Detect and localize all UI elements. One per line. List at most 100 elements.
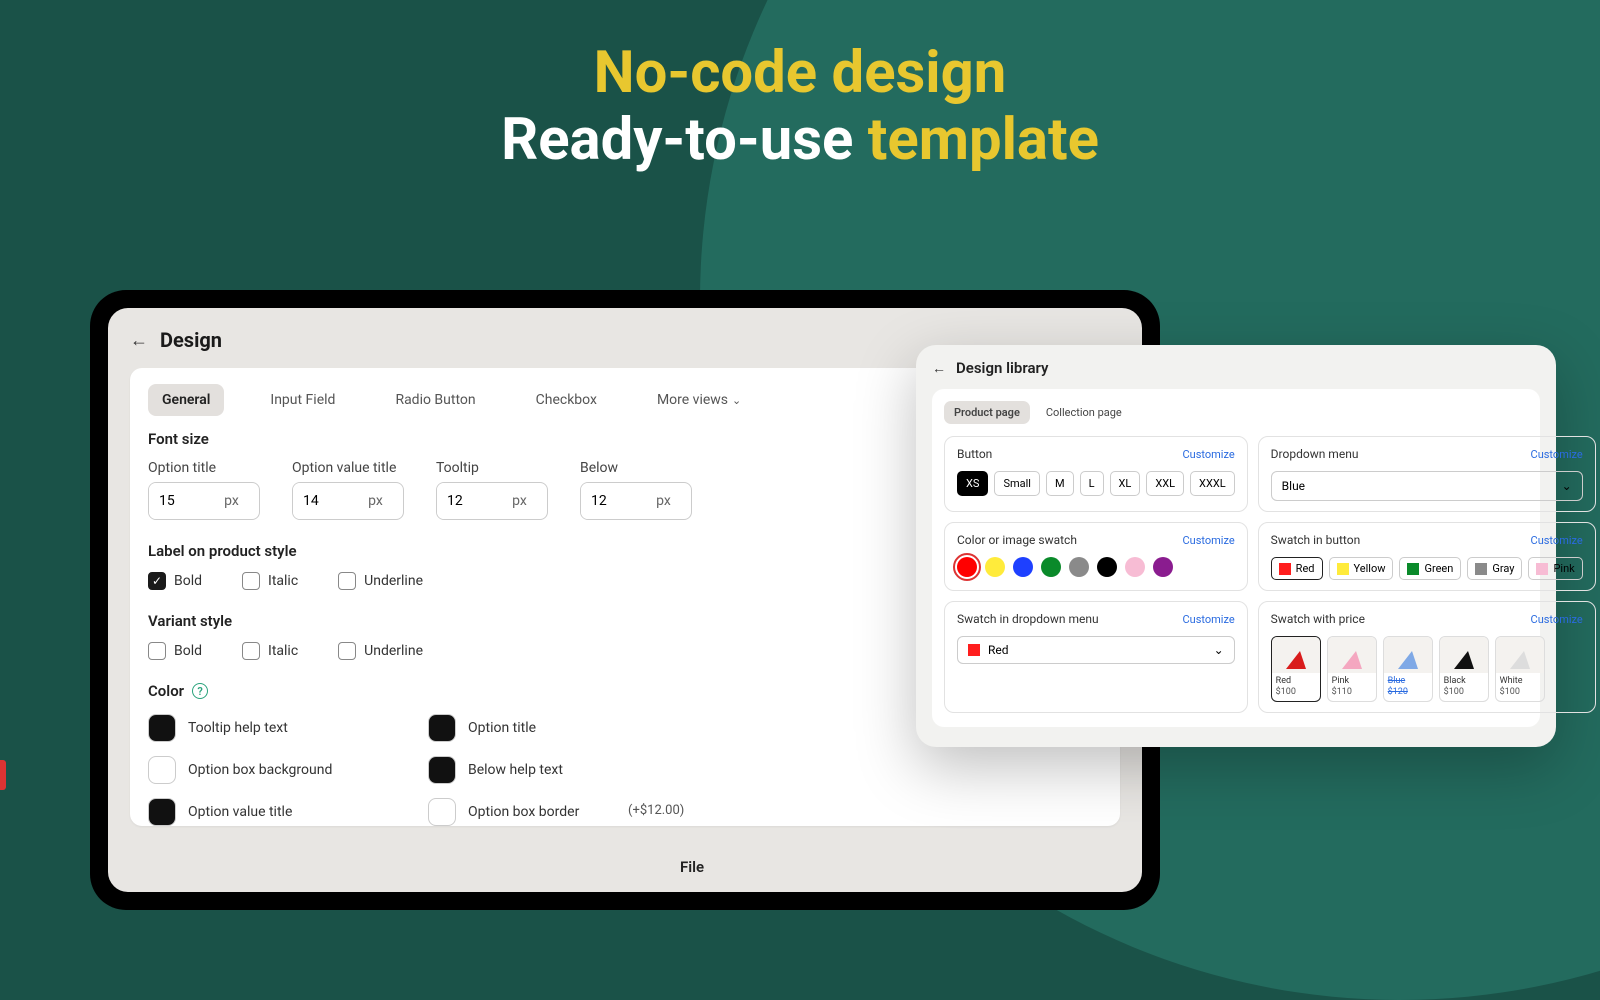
size-button-group: XS Small M L XL XXL XXXL [957, 471, 1235, 496]
swatch-red[interactable] [957, 557, 977, 577]
size-l[interactable]: L [1080, 471, 1104, 496]
label-italic-check[interactable]: Italic [242, 572, 298, 590]
help-icon[interactable]: ? [192, 683, 208, 699]
swatch-dropdown[interactable]: Red ⌄ [957, 636, 1235, 664]
lib-swbtn-title: Swatch in button [1271, 533, 1361, 547]
chevron-down-icon: ⌄ [1214, 643, 1224, 657]
swatch-black[interactable] [1097, 557, 1117, 577]
file-section-label: File [680, 858, 704, 876]
below-input[interactable]: px [580, 482, 692, 520]
red-edge-accent [0, 760, 6, 790]
product-thumb [1272, 637, 1320, 673]
lib-button-card: ButtonCustomize XS Small M L XL XXL XXXL [944, 436, 1248, 512]
color-swatch [428, 714, 456, 742]
checkbox-checked-icon: ✓ [148, 572, 166, 590]
option-value-title-input[interactable]: px [292, 482, 404, 520]
variant-italic-check[interactable]: Italic [242, 642, 298, 660]
pill-product-page[interactable]: Product page [944, 401, 1030, 424]
tooltip-value[interactable] [437, 483, 492, 519]
pill-collection-page[interactable]: Collection page [1036, 401, 1132, 424]
lib-swatch-card: Color or image swatch Customize [944, 522, 1248, 591]
label-bold-check[interactable]: ✓Bold [148, 572, 202, 590]
size-m[interactable]: M [1046, 471, 1074, 496]
swbtn-pink[interactable]: Pink [1528, 557, 1582, 580]
option-value-title-value[interactable] [293, 483, 348, 519]
color-chip [1279, 563, 1291, 575]
tab-checkbox[interactable]: Checkbox [522, 384, 611, 416]
below-value[interactable] [581, 483, 636, 519]
price-card-blue[interactable]: Blue$120 [1383, 636, 1433, 702]
product-thumb [1328, 637, 1376, 673]
customize-link[interactable]: Customize [1531, 448, 1583, 461]
swbtn-red[interactable]: Red [1271, 557, 1323, 580]
lib-swatch-title: Color or image swatch [957, 533, 1077, 547]
swatch-purple[interactable] [1153, 557, 1173, 577]
marketing-headline: No-code design Ready-to-use template [0, 0, 1600, 173]
dropdown-select[interactable]: Blue⌄ [1271, 471, 1583, 501]
customize-link[interactable]: Customize [1182, 448, 1234, 461]
size-xl[interactable]: XL [1110, 471, 1141, 496]
below-unit: px [636, 483, 691, 519]
color-chip [968, 644, 980, 656]
price-card-black[interactable]: Black$100 [1439, 636, 1489, 702]
product-thumb [1440, 637, 1488, 673]
color-option-box-bg[interactable]: Option box background [148, 756, 368, 784]
color-option-title[interactable]: Option title [428, 714, 648, 742]
swatch-yellow[interactable] [985, 557, 1005, 577]
variant-underline-check[interactable]: Underline [338, 642, 423, 660]
label-underline-check[interactable]: Underline [338, 572, 423, 590]
customize-link[interactable]: Customize [1182, 534, 1234, 547]
product-thumb [1384, 637, 1432, 673]
size-small[interactable]: Small [994, 471, 1040, 496]
headline-line2b: template [868, 106, 1099, 174]
price-card-white[interactable]: White$100 [1495, 636, 1545, 702]
option-title-input[interactable]: px [148, 482, 260, 520]
headline-line2a: Ready-to-use [501, 106, 868, 174]
checkbox-icon [338, 642, 356, 660]
tab-input-field[interactable]: Input Field [256, 384, 349, 416]
tab-more-views[interactable]: More views⌄ [643, 384, 755, 416]
tooltip-unit: px [492, 483, 547, 519]
tab-general[interactable]: General [148, 384, 224, 416]
color-below-help[interactable]: Below help text [428, 756, 648, 784]
customize-link[interactable]: Customize [1531, 613, 1583, 626]
price-card-red[interactable]: Red$100 [1271, 636, 1321, 702]
chevron-down-icon: ⌄ [732, 394, 741, 407]
swbtn-yellow[interactable]: Yellow [1329, 557, 1394, 580]
tooltip-input[interactable]: px [436, 482, 548, 520]
popup-title: Design library [956, 359, 1049, 377]
color-option-box-border[interactable]: Option box border [428, 798, 648, 826]
tab-radio-button[interactable]: Radio Button [381, 384, 489, 416]
swatch-blue[interactable] [1013, 557, 1033, 577]
price-card-pink[interactable]: Pink$110 [1327, 636, 1377, 702]
color-tooltip-help[interactable]: Tooltip help text [148, 714, 368, 742]
customize-link[interactable]: Customize [1531, 534, 1583, 547]
lib-dropdown-card: Dropdown menu Customize Blue⌄ [1258, 436, 1596, 512]
customize-link[interactable]: Customize [1182, 613, 1234, 626]
lib-swprice-title: Swatch with price [1271, 612, 1365, 626]
color-option-value-title[interactable]: Option value title [148, 798, 368, 826]
checkbox-icon [242, 572, 260, 590]
swatch-gray[interactable] [1069, 557, 1089, 577]
below-label: Below [580, 460, 692, 476]
lib-swatch-price-card: Swatch with price Customize Red$100 Pink$… [1258, 601, 1596, 713]
swatch-green[interactable] [1041, 557, 1061, 577]
swbtn-gray[interactable]: Gray [1467, 557, 1522, 580]
back-arrow-icon[interactable]: ← [130, 330, 148, 351]
option-title-label: Option title [148, 460, 260, 476]
color-chip [1475, 563, 1487, 575]
checkbox-icon [338, 572, 356, 590]
lib-swdd-title: Swatch in dropdown menu [957, 612, 1099, 626]
option-title-unit: px [204, 483, 259, 519]
option-value-title-label: Option value title [292, 460, 404, 476]
color-chip [1536, 563, 1548, 575]
option-title-value[interactable] [149, 483, 204, 519]
size-xxl[interactable]: XXL [1146, 471, 1184, 496]
lib-dropdown-title: Dropdown menu [1271, 447, 1359, 461]
popup-back-icon[interactable]: ← [932, 360, 946, 377]
size-xs[interactable]: XS [957, 471, 988, 496]
variant-bold-check[interactable]: Bold [148, 642, 202, 660]
swatch-pink[interactable] [1125, 557, 1145, 577]
swbtn-green[interactable]: Green [1399, 557, 1461, 580]
size-xxxl[interactable]: XXXL [1190, 471, 1235, 496]
